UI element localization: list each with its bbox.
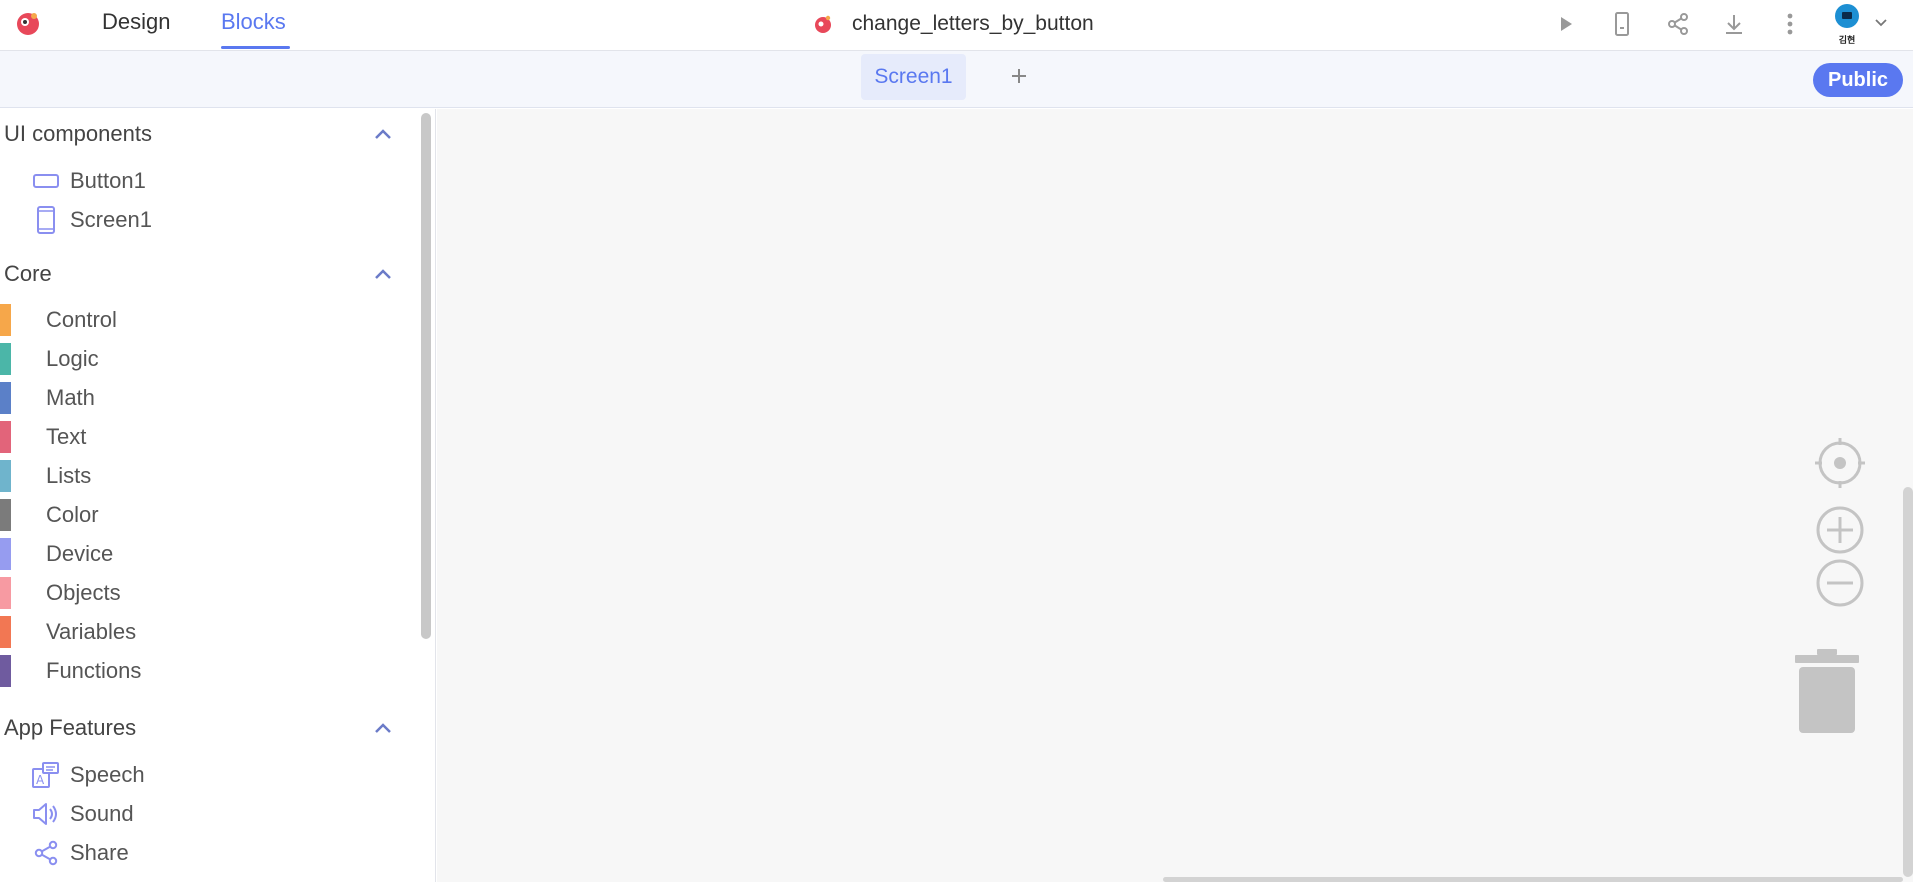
avatar-icon [1835, 4, 1859, 28]
button-icon [33, 174, 59, 188]
chevron-up-icon [375, 723, 391, 733]
component-screen1[interactable]: Screen1 [32, 204, 152, 236]
speaker-icon [33, 803, 57, 825]
feature-speech[interactable]: A Speech [32, 759, 145, 791]
core-category-logic[interactable]: Logic [0, 343, 380, 375]
core-category-text[interactable]: Text [0, 421, 380, 453]
core-category-variables[interactable]: Variables [0, 616, 380, 648]
category-label: Logic [46, 346, 99, 371]
category-label: Device [46, 541, 114, 566]
user-avatar[interactable]: 김현 [1831, 3, 1863, 46]
project-icon [815, 15, 831, 33]
category-label: Objects [46, 580, 121, 605]
category-label: Math [46, 385, 95, 410]
active-tab-indicator [221, 46, 290, 49]
share-button[interactable] [1663, 9, 1693, 39]
trash-icon [1795, 649, 1859, 733]
component-label: Button1 [70, 168, 146, 193]
section-ui-components[interactable]: UI components [4, 119, 400, 149]
tab-design[interactable]: Design [102, 9, 170, 35]
core-category-color[interactable]: Color [0, 499, 380, 531]
category-color-swatch [0, 499, 11, 531]
feature-label: Share [70, 840, 129, 865]
device-preview-button[interactable] [1607, 9, 1637, 39]
component-button1[interactable]: Button1 [32, 165, 146, 197]
device-icon [1615, 12, 1629, 36]
category-label: Control [46, 307, 117, 332]
top-bar: Design Blocks change_letters_by_button 김… [0, 0, 1913, 51]
share-icon [1668, 13, 1688, 35]
category-color-swatch [0, 616, 11, 648]
speech-icon: A [32, 762, 59, 788]
chevron-down-icon[interactable] [1873, 14, 1889, 30]
category-color-swatch [0, 655, 11, 687]
feature-label: Sound [70, 801, 134, 826]
more-icon [1787, 13, 1793, 35]
download-button[interactable] [1719, 9, 1749, 39]
avatar-name: 김현 [1838, 36, 1856, 46]
core-category-math[interactable]: Math [0, 382, 380, 414]
project-title-group: change_letters_by_button [812, 9, 1094, 39]
category-color-swatch [0, 304, 11, 336]
screen-bar: Screen1 Public [0, 51, 1913, 108]
category-label: Text [46, 424, 87, 449]
section-core[interactable]: Core [4, 259, 400, 289]
feature-share[interactable]: Share [32, 837, 129, 869]
feature-label: Speech [70, 762, 145, 787]
svg-text:A: A [36, 773, 45, 787]
category-label: Functions [46, 658, 142, 683]
tab-screen1[interactable]: Screen1 [861, 54, 966, 100]
zoom-in-icon [1816, 506, 1864, 554]
category-color-swatch [0, 343, 11, 375]
section-title: Core [4, 261, 52, 286]
recenter-button[interactable] [1814, 437, 1866, 489]
project-name: change_letters_by_button [852, 12, 1094, 35]
core-category-control[interactable]: Control [0, 304, 380, 336]
run-button[interactable] [1551, 9, 1581, 39]
section-title: UI components [4, 121, 152, 146]
category-label: Color [46, 502, 99, 527]
section-app-features[interactable]: App Features [4, 713, 400, 743]
plus-icon [1012, 69, 1026, 83]
target-icon [1815, 438, 1865, 488]
core-category-device[interactable]: Device [0, 538, 380, 570]
core-category-objects[interactable]: Objects [0, 577, 380, 609]
category-label: Lists [46, 463, 92, 488]
category-color-swatch [0, 382, 11, 414]
category-color-swatch [0, 421, 11, 453]
app-logo-icon[interactable] [14, 10, 42, 38]
core-category-functions[interactable]: Functions [0, 655, 380, 687]
blocks-sidebar: UI components Button1 Screen1 Core Contr… [0, 109, 436, 882]
zoom-out-button[interactable] [1814, 557, 1866, 609]
section-title: App Features [4, 715, 137, 740]
trash-can[interactable] [1792, 647, 1862, 737]
component-label: Screen1 [70, 207, 152, 232]
download-icon [1726, 15, 1742, 34]
sidebar-scrollbar[interactable] [421, 113, 431, 639]
public-button[interactable]: Public [1813, 63, 1903, 97]
zoom-out-icon [1816, 559, 1864, 607]
more-button[interactable] [1775, 9, 1805, 39]
workspace-vertical-scrollbar[interactable] [1903, 487, 1913, 877]
zoom-in-button[interactable] [1814, 504, 1866, 556]
category-label: Variables [46, 619, 137, 644]
share-icon [34, 840, 58, 866]
phone-icon [37, 206, 55, 234]
category-color-swatch [0, 538, 11, 570]
feature-sound[interactable]: Sound [32, 798, 134, 830]
chevron-up-icon [375, 129, 391, 139]
chevron-up-icon [375, 269, 391, 279]
core-category-lists[interactable]: Lists [0, 460, 380, 492]
workspace-horizontal-scrollbar[interactable] [1163, 877, 1903, 882]
category-color-swatch [0, 460, 11, 492]
add-screen-button[interactable] [1006, 63, 1032, 89]
blocks-workspace[interactable] [437, 109, 1913, 882]
run-icon [1561, 17, 1572, 31]
category-color-swatch [0, 577, 11, 609]
tab-blocks[interactable]: Blocks [221, 9, 286, 35]
